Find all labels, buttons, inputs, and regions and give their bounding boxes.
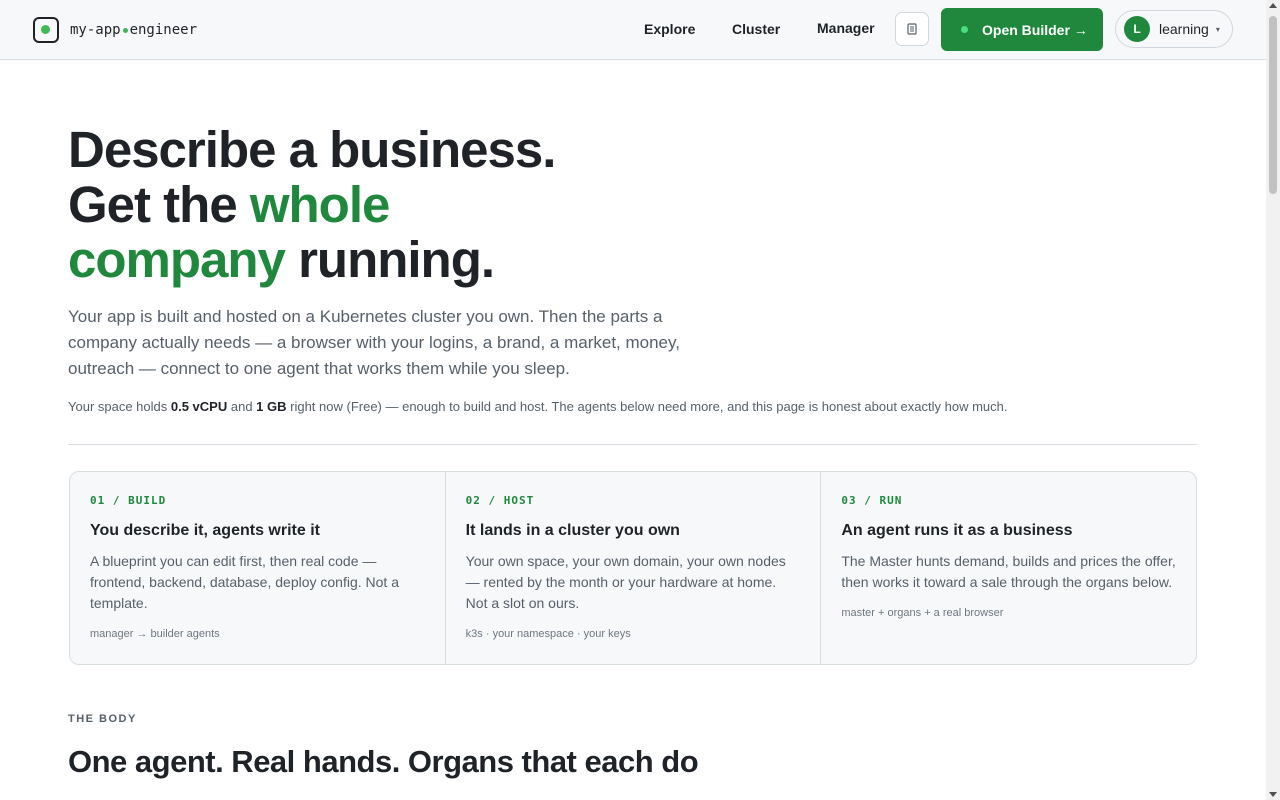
user-menu-button[interactable]: L learning ▾ [1115, 10, 1233, 48]
scrollbar-thumb[interactable] [1269, 16, 1277, 194]
card-footnote: manager → builder agents [90, 628, 220, 640]
nav-explore-link[interactable]: Explore [644, 21, 695, 37]
hero-line-3-post: running. [284, 231, 495, 288]
avatar: L [1124, 16, 1150, 42]
logo-text-right: engineer [129, 22, 198, 38]
card-description: Your own space, your own domain, your ow… [465, 553, 786, 611]
open-builder-button[interactable]: Open Builder → [941, 8, 1103, 51]
step-card-host: 02 / HOST It lands in a cluster you own … [446, 472, 822, 664]
section-title: One agent. Real hands. Organs that each … [68, 744, 699, 779]
logo[interactable]: my-app engineer [33, 17, 197, 43]
top-navigation-bar: my-app engineer Explore Cluster Manager … [0, 0, 1266, 60]
card-title: It lands in a cluster you own [465, 522, 680, 539]
steps-cards: 01 / BUILD You describe it, agents write… [69, 471, 1197, 665]
card-footnote: k3s · your namespace · your keys [465, 628, 631, 640]
open-builder-label: Open Builder → [982, 21, 1088, 38]
card-description: A blueprint you can edit first, then rea… [90, 553, 399, 611]
hero-line-3-accent: company [68, 231, 286, 288]
hero-heading: Describe a business. Get the whole compa… [68, 121, 556, 288]
doc-icon [907, 23, 917, 35]
card-description: The Master hunts demand, builds and pric… [841, 553, 1176, 590]
logo-icon [33, 17, 59, 43]
logo-dot-icon [122, 27, 128, 33]
note-cpu-value: 0.5 vCPU [170, 399, 228, 414]
hero-line-2-accent: whole [249, 176, 391, 233]
hero-line-1: Describe a business. [68, 121, 556, 178]
card-step-label: 02 / HOST [465, 494, 535, 507]
step-card-run: 03 / RUN An agent runs it as a business … [821, 472, 1196, 664]
card-title: An agent runs it as a business [841, 522, 1073, 539]
card-step-label: 01 / BUILD [90, 494, 167, 507]
page-scrollbar[interactable] [1266, 0, 1280, 800]
chevron-down-icon: ▾ [1215, 24, 1220, 34]
docs-button[interactable] [895, 12, 929, 46]
hero-lede: Your app is built and hosted on a Kubern… [68, 307, 680, 378]
section-divider [68, 444, 1197, 445]
status-dot-icon [961, 26, 968, 33]
nav-manager-link[interactable]: Manager [817, 20, 875, 36]
note-memory-value: 1 GB [256, 399, 287, 414]
card-title: You describe it, agents write it [90, 522, 320, 539]
scroll-up-arrow-icon[interactable] [1269, 3, 1277, 8]
hero-line-2-pre: Get the [68, 176, 250, 233]
scroll-down-arrow-icon[interactable] [1269, 792, 1277, 797]
note-text-pre: Your space holds [68, 399, 171, 414]
note-text-post: right now (Free) — enough to build and h… [286, 399, 1008, 414]
card-step-label: 03 / RUN [841, 494, 903, 507]
resource-note: Your space holds 0.5 vCPU and 1 GB right… [68, 398, 1008, 416]
step-card-build: 01 / BUILD You describe it, agents write… [70, 472, 446, 664]
note-text-mid: and [227, 399, 257, 414]
logo-text-left: my-app [70, 22, 121, 38]
section-eyebrow: THE BODY [68, 713, 137, 725]
nav-cluster-link[interactable]: Cluster [732, 21, 780, 37]
user-name: learning [1159, 21, 1209, 37]
card-footnote: master + organs + a real browser [841, 607, 1004, 619]
